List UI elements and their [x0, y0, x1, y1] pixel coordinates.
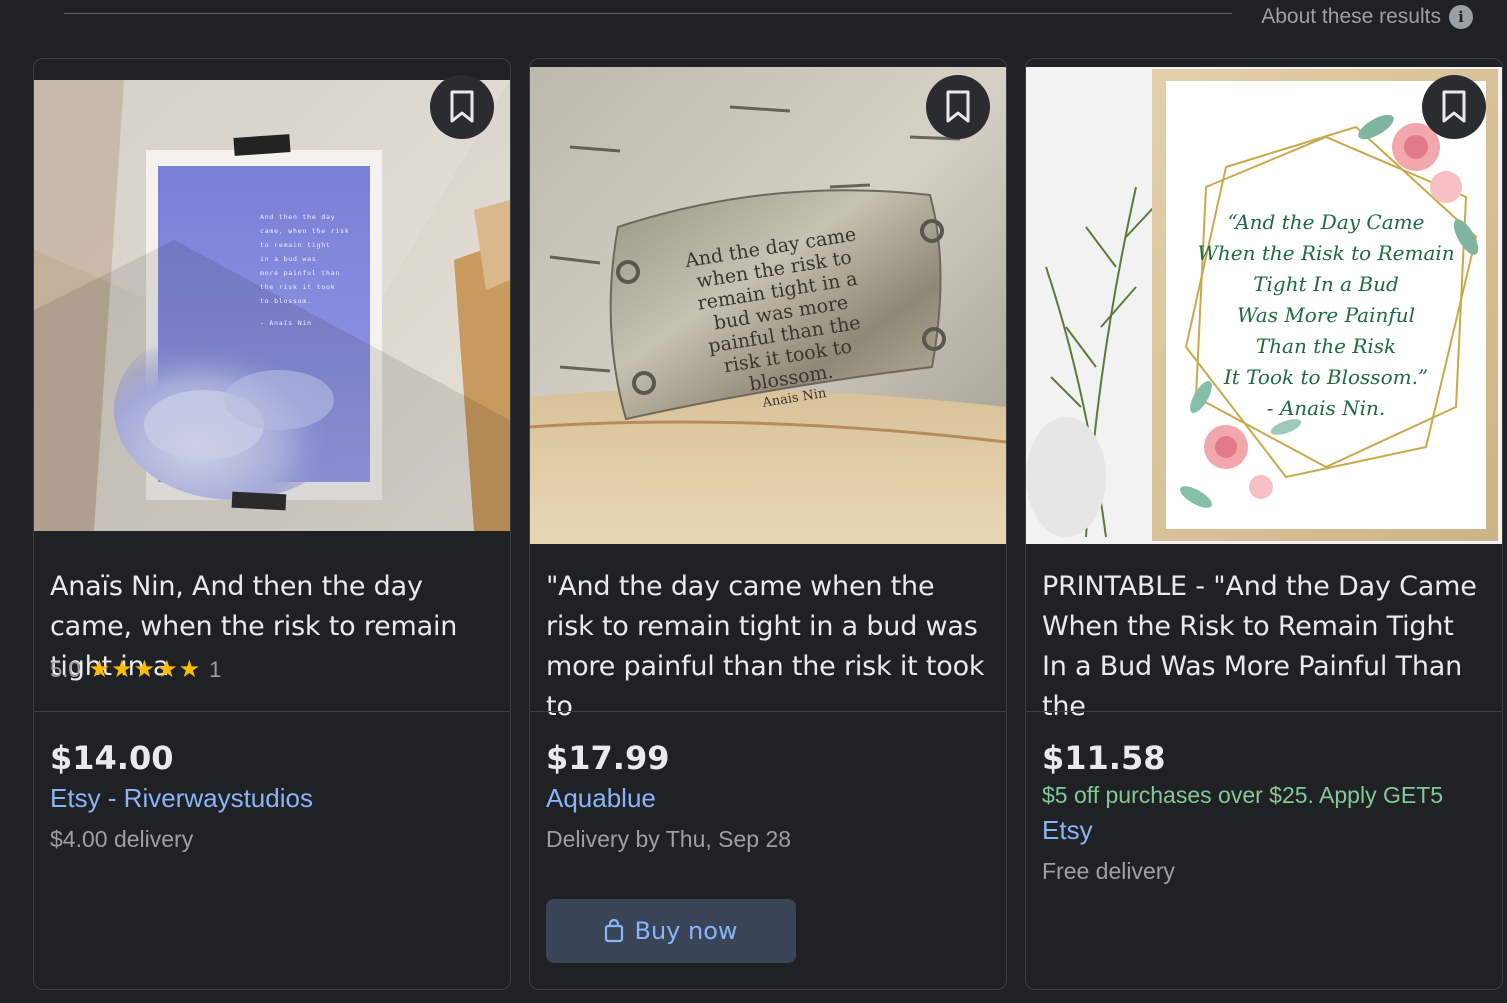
bookmark-icon — [450, 90, 474, 123]
rating-value: 5.0 — [50, 656, 81, 682]
bookmark-button[interactable] — [430, 75, 494, 139]
product-image[interactable]: “And the Day Came When the Risk to Remai… — [1026, 67, 1502, 544]
seller-link[interactable]: Aquablue — [546, 783, 656, 814]
seller-link[interactable]: Etsy - Riverwaystudios — [50, 783, 313, 814]
product-rating: 5.0 ★★★★★ 1 — [50, 655, 221, 684]
seller-link[interactable]: Etsy — [1042, 815, 1093, 846]
review-count: 1 — [209, 656, 222, 682]
info-icon: i — [1449, 5, 1473, 29]
product-card[interactable]: And the day came when the risk to remain… — [529, 58, 1007, 990]
poster-line: to remain tight — [260, 241, 331, 249]
delivery-info: Delivery by Thu, Sep 28 — [546, 826, 792, 852]
bookmark-button[interactable] — [926, 75, 990, 139]
buy-now-label: Buy now — [634, 917, 738, 945]
about-results-link[interactable]: About these results i — [1261, 5, 1473, 29]
print-line: “And the Day Came — [1228, 210, 1425, 234]
bookmark-icon — [946, 90, 970, 123]
poster-line: came, when the risk — [260, 227, 350, 235]
carousel-bottom-edge — [33, 990, 1507, 1003]
product-price: $14.00 — [50, 739, 174, 777]
about-results-label: About these results — [1261, 5, 1441, 28]
star-rating-icon: ★★★★★ — [88, 656, 202, 683]
poster-line: the risk it took — [260, 283, 335, 291]
print-line: - Anais Nin. — [1267, 396, 1386, 420]
print-line: Than the Risk — [1256, 334, 1396, 358]
delivery-info: Free delivery — [1042, 858, 1175, 884]
product-card[interactable]: “And the Day Came When the Risk to Remai… — [1025, 58, 1503, 990]
print-line: Tight In a Bud — [1253, 272, 1399, 296]
print-line: It Took to Blossom.” — [1223, 365, 1428, 389]
product-image[interactable]: And then the day came, when the risk to … — [34, 80, 510, 531]
poster-line: to blossom. — [260, 297, 312, 305]
promo-text: $5 off purchases over $25. Apply GET5 — [1042, 782, 1444, 808]
product-price: $17.99 — [546, 739, 670, 777]
product-image[interactable]: And the day came when the risk to remain… — [530, 67, 1006, 544]
card-divider — [34, 711, 510, 712]
card-divider — [530, 711, 1006, 712]
poster-line: more painful than — [260, 269, 340, 277]
card-divider — [1026, 711, 1502, 712]
shopping-bag-icon — [605, 919, 624, 943]
header-divider — [64, 13, 1232, 14]
poster-line: in a bud was — [260, 255, 317, 263]
purple-poster-image: And then the day came, when the risk to … — [34, 80, 510, 531]
print-line: Was More Painful — [1237, 303, 1415, 327]
bookmark-button[interactable] — [1422, 75, 1486, 139]
buy-now-button[interactable]: Buy now — [546, 899, 796, 963]
metal-plaque-image: And the day came when the risk to remain… — [530, 67, 1006, 544]
poster-line: And then the day — [260, 213, 335, 221]
poster-line: - Anaïs Nin — [260, 319, 312, 327]
product-price: $11.58 — [1042, 739, 1166, 777]
floral-print-image: “And the Day Came When the Risk to Remai… — [1026, 67, 1502, 544]
product-title[interactable]: PRINTABLE - "And the Day Came When the R… — [1042, 567, 1482, 727]
results-header: About these results i — [0, 0, 1507, 40]
product-title[interactable]: "And the day came when the risk to remai… — [546, 567, 986, 727]
delivery-info: $4.00 delivery — [50, 826, 194, 852]
print-line: When the Risk to Remain — [1197, 241, 1454, 265]
bookmark-icon — [1442, 90, 1466, 123]
product-card[interactable]: And then the day came, when the risk to … — [33, 58, 511, 990]
